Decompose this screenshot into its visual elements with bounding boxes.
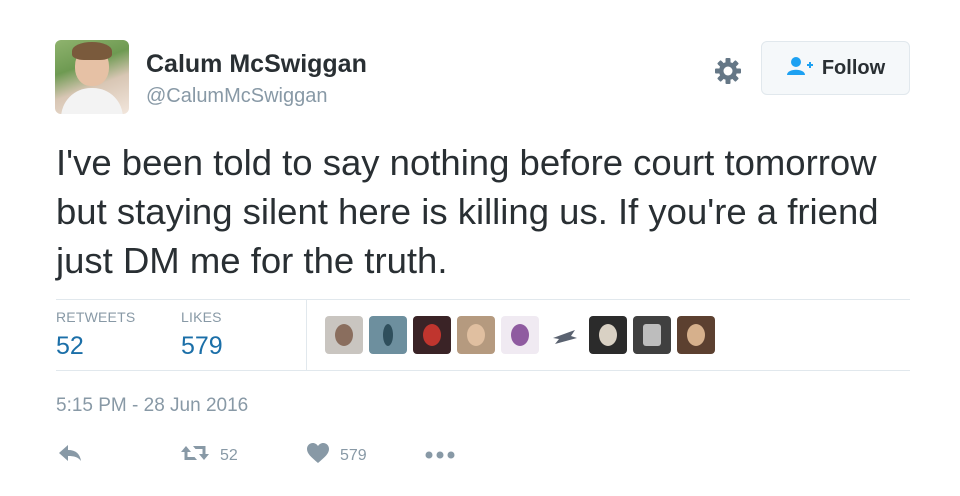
more-dots-icon bbox=[425, 447, 455, 465]
retweet-button[interactable]: 52 bbox=[180, 443, 238, 468]
likes-count: 579 bbox=[181, 332, 223, 360]
liker-avatar[interactable] bbox=[457, 316, 495, 354]
heart-icon bbox=[306, 442, 330, 469]
tweet-text: I've been told to say nothing before cou… bbox=[56, 142, 879, 281]
gear-icon[interactable] bbox=[712, 55, 744, 87]
likes-label: LIKES bbox=[181, 309, 222, 325]
liker-avatar[interactable] bbox=[677, 316, 715, 354]
reply-button[interactable] bbox=[58, 444, 82, 467]
liker-avatar[interactable] bbox=[501, 316, 539, 354]
liker-avatar[interactable] bbox=[413, 316, 451, 354]
like-button[interactable]: 579 bbox=[306, 442, 367, 469]
follow-label: Follow bbox=[821, 56, 886, 79]
retweets-stat[interactable]: RETWEETS 52 bbox=[56, 309, 135, 361]
author-avatar[interactable] bbox=[55, 40, 129, 114]
like-count: 579 bbox=[340, 446, 367, 464]
retweets-count: 52 bbox=[56, 332, 84, 360]
liker-avatars bbox=[325, 316, 715, 354]
liker-avatar[interactable] bbox=[633, 316, 671, 354]
divider bbox=[56, 370, 910, 371]
more-button[interactable] bbox=[425, 447, 455, 465]
liker-avatar[interactable] bbox=[545, 316, 583, 354]
author-handle[interactable]: @CalumMcSwiggan bbox=[146, 85, 327, 108]
liker-avatar[interactable] bbox=[325, 316, 363, 354]
liker-avatar[interactable] bbox=[589, 316, 627, 354]
retweets-label: RETWEETS bbox=[56, 309, 136, 325]
retweet-count: 52 bbox=[220, 446, 238, 464]
add-user-icon bbox=[786, 56, 814, 81]
liker-avatar[interactable] bbox=[369, 316, 407, 354]
follow-button[interactable]: Follow bbox=[761, 41, 910, 95]
divider bbox=[56, 299, 910, 300]
retweet-icon bbox=[180, 443, 210, 468]
author-name[interactable]: Calum McSwiggan bbox=[146, 50, 367, 79]
likes-stat[interactable]: LIKES 579 bbox=[181, 309, 223, 361]
divider bbox=[306, 300, 307, 370]
tweet-timestamp[interactable]: 5:15 PM - 28 Jun 2016 bbox=[56, 395, 248, 417]
reply-icon bbox=[58, 444, 82, 467]
